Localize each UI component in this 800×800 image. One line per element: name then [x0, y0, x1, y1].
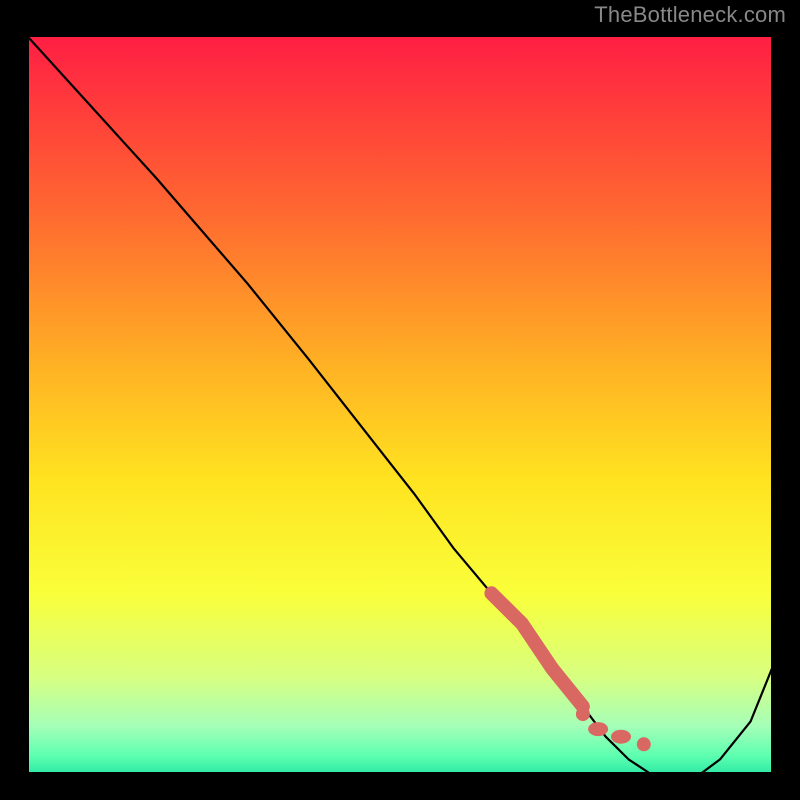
- chart-stage: TheBottleneck.com: [0, 0, 800, 800]
- watermark-text: TheBottleneck.com: [594, 2, 786, 28]
- chart-svg: [0, 0, 800, 800]
- plot-gradient: [19, 27, 781, 782]
